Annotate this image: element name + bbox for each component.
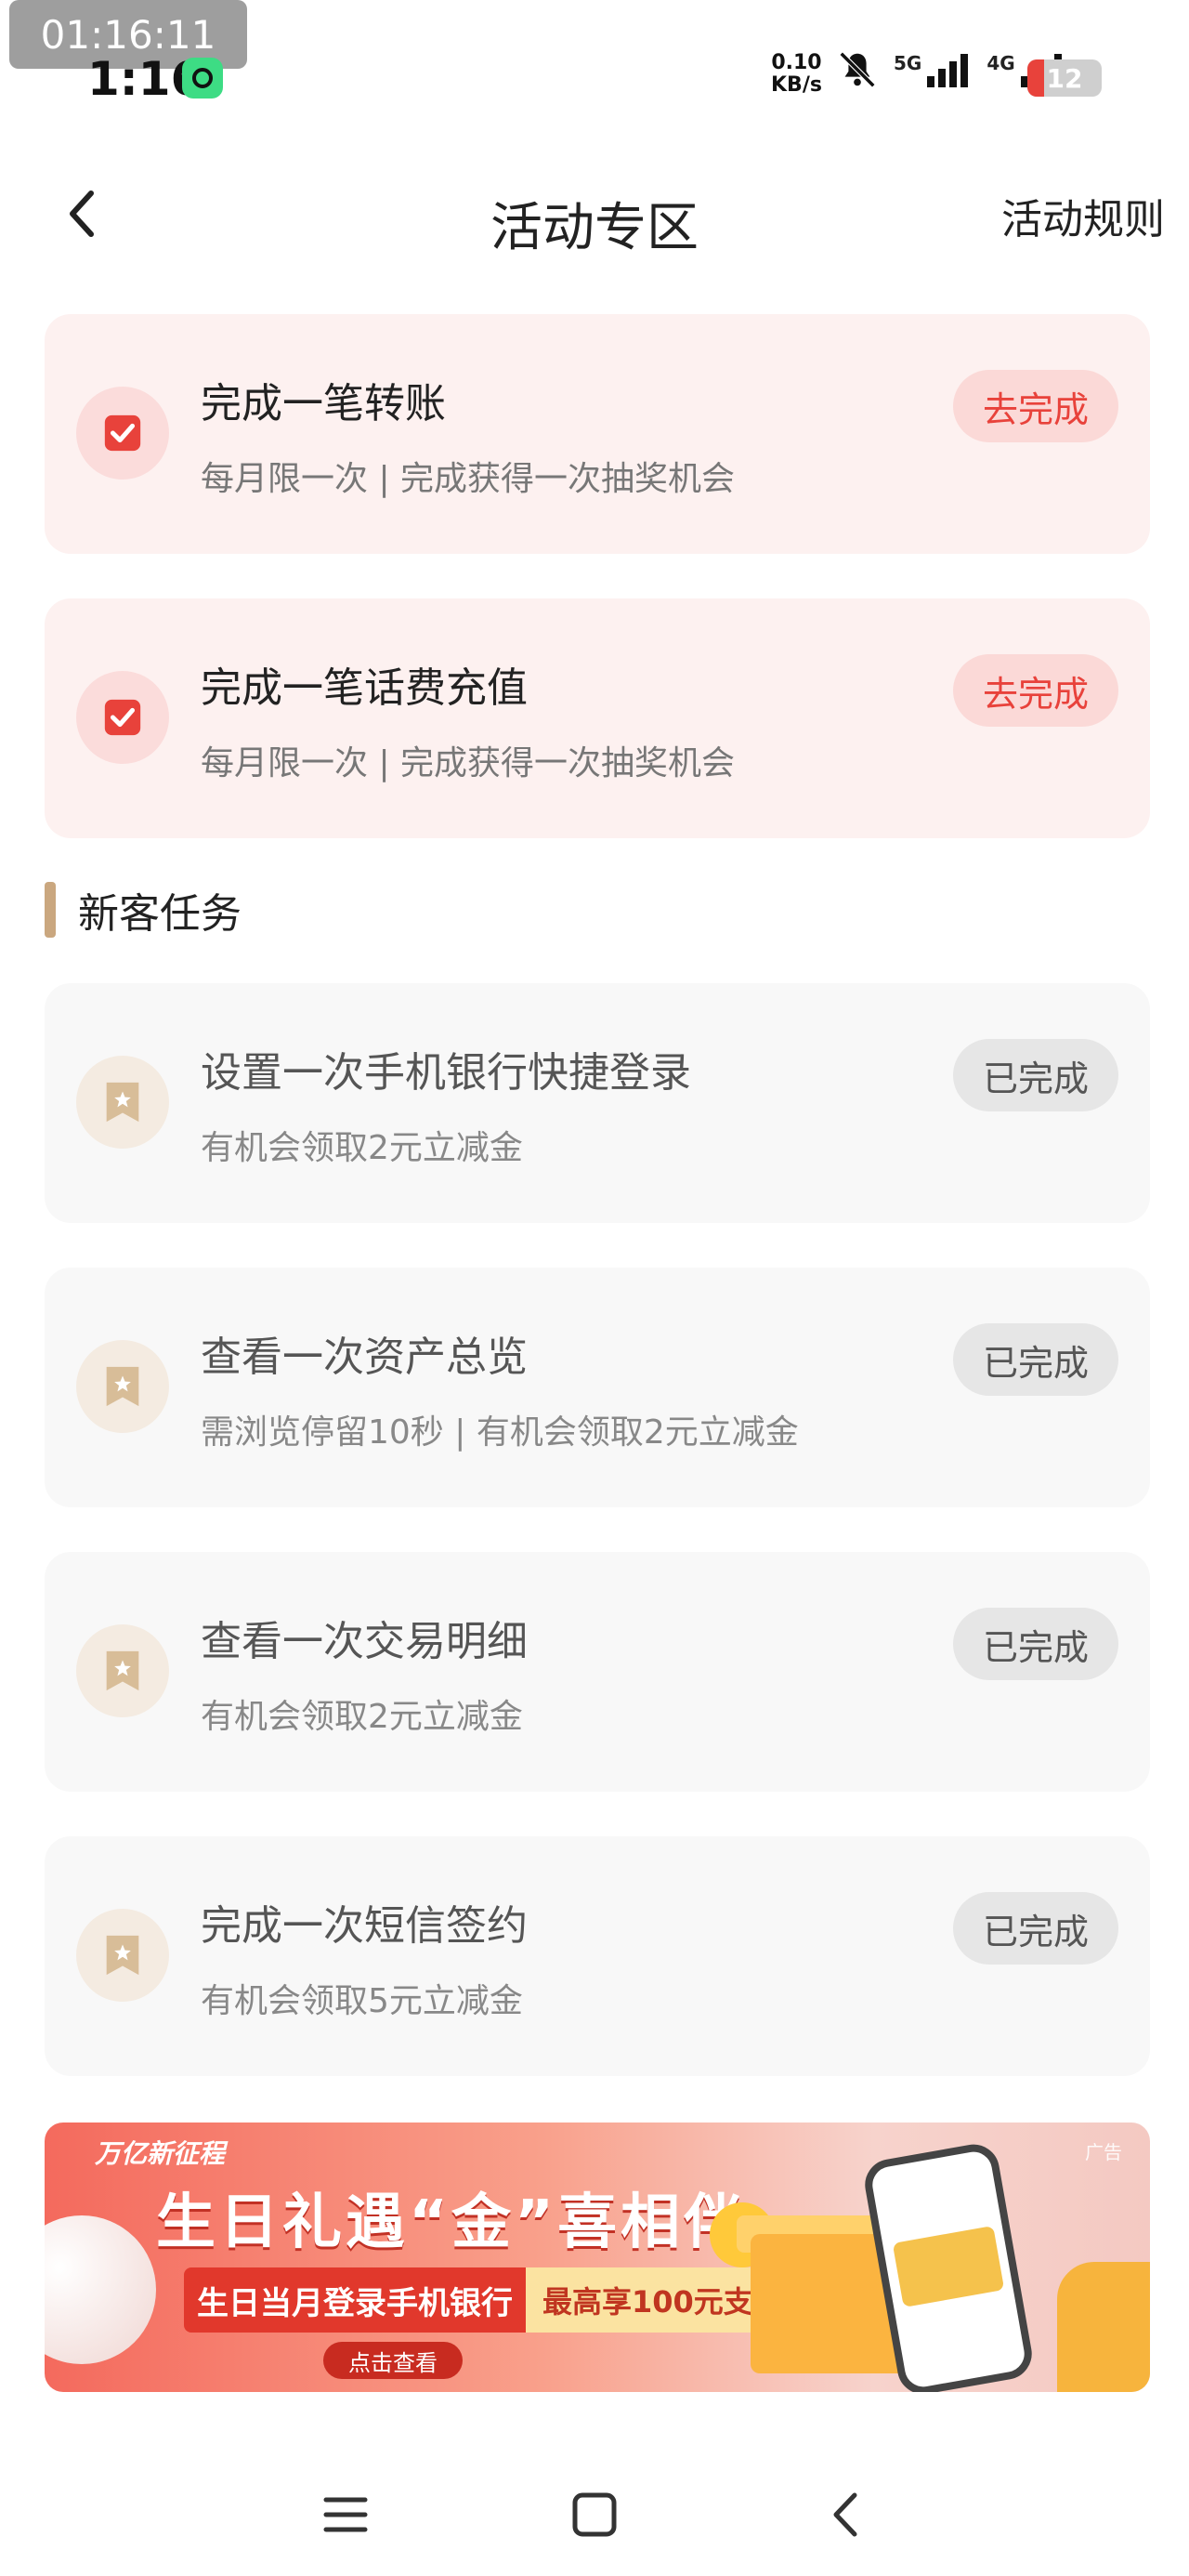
task-title: 完成一笔话费充值 <box>201 664 528 712</box>
signal-4g-label: 4G <box>986 52 1015 74</box>
signal-5g-label: 5G <box>894 52 922 74</box>
task-title: 设置一次手机银行快捷登录 <box>201 1049 691 1097</box>
mute-bell-icon <box>839 51 876 88</box>
task-card-phone-recharge: 完成一笔话费充值 每月限一次 | 完成获得一次抽奖机会 去完成 <box>45 598 1150 838</box>
top-navigation: 活动专区 活动规则 <box>0 139 1189 297</box>
task-card-sms-signup: 完成一次短信签约 有机会领取5元立减金 已完成 <box>45 1836 1150 2076</box>
hand-illustration <box>1057 2262 1150 2392</box>
go-complete-button[interactable]: 去完成 <box>953 370 1118 442</box>
task-title: 完成一次短信签约 <box>201 1902 528 1950</box>
task-description: 每月限一次 | 完成获得一次抽奖机会 <box>201 460 736 498</box>
ad-tag: 广告 <box>1085 2141 1122 2163</box>
section-accent-bar <box>45 882 56 938</box>
app-notification-icon <box>182 58 223 99</box>
system-navigation-bar <box>0 2453 1189 2576</box>
chevron-left-icon <box>833 2492 857 2537</box>
menu-icon <box>323 2497 368 2532</box>
task-description: 有机会领取2元立减金 <box>201 1129 523 1167</box>
square-home-icon <box>572 2492 617 2537</box>
checkbox-icon <box>104 699 141 736</box>
task-card-asset-overview: 查看一次资产总览 需浏览停留10秒 | 有机会领取2元立减金 已完成 <box>45 1268 1150 1507</box>
network-speed-value: 0.10 <box>771 51 822 74</box>
section-title: 新客任务 <box>78 890 242 938</box>
task-icon <box>76 1909 169 2002</box>
task-title: 查看一次交易明细 <box>201 1618 528 1665</box>
battery-level: 12 <box>1046 62 1083 94</box>
completed-button[interactable]: 已完成 <box>953 1039 1118 1111</box>
network-speed-unit: KB/s <box>771 73 822 97</box>
task-description: 每月限一次 | 完成获得一次抽奖机会 <box>201 744 736 782</box>
task-icon <box>76 1056 169 1149</box>
task-card-quick-login: 设置一次手机银行快捷登录 有机会领取2元立减金 已完成 <box>45 983 1150 1223</box>
completed-button[interactable]: 已完成 <box>953 1892 1118 1965</box>
task-card-transaction-detail: 查看一次交易明细 有机会领取2元立减金 已完成 <box>45 1552 1150 1792</box>
banner-view-button[interactable]: 点击查看 <box>323 2342 463 2379</box>
task-title: 完成一笔转账 <box>201 380 446 427</box>
bookmark-star-icon <box>106 1935 139 1976</box>
bookmark-star-icon <box>106 1366 139 1407</box>
task-title: 查看一次资产总览 <box>201 1334 528 1381</box>
birthday-promo-banner[interactable]: 万亿新征程 广告 生日礼遇“金”喜相伴 生日当月登录手机银行 最高享100元支付… <box>45 2123 1150 2392</box>
task-icon <box>76 1340 169 1433</box>
task-card-transfer: 完成一笔转账 每月限一次 | 完成获得一次抽奖机会 去完成 <box>45 314 1150 554</box>
bookmark-star-icon <box>106 1082 139 1123</box>
decorative-balloon <box>45 2215 156 2364</box>
battery-icon: 12 <box>1027 59 1102 97</box>
task-icon <box>76 1624 169 1717</box>
banner-offer-condition: 生日当月登录手机银行 <box>184 2267 526 2333</box>
activity-rules-link[interactable]: 活动规则 <box>1001 186 1165 245</box>
completed-button[interactable]: 已完成 <box>953 1608 1118 1680</box>
checkbox-icon <box>104 414 141 452</box>
section-header-new-customer: 新客任务 <box>45 881 242 939</box>
task-icon <box>76 671 169 764</box>
task-description: 有机会领取5元立减金 <box>201 1982 523 2020</box>
recent-apps-button[interactable] <box>318 2487 373 2543</box>
home-button[interactable] <box>567 2487 622 2543</box>
task-icon <box>76 387 169 480</box>
go-complete-button[interactable]: 去完成 <box>953 654 1118 727</box>
system-back-button[interactable] <box>817 2487 873 2543</box>
status-bar: 01:16:11 1:16 0.10 KB/s 5G 4G 12 <box>0 0 1189 139</box>
banner-logo: 万亿新征程 <box>95 2138 226 2169</box>
task-description: 有机会领取2元立减金 <box>201 1698 523 1736</box>
network-speed: 0.10 KB/s <box>771 52 822 97</box>
completed-button[interactable]: 已完成 <box>953 1323 1118 1396</box>
battery-fill <box>1027 59 1044 97</box>
banner-headline: 生日礼遇“金”喜相伴 <box>156 2188 748 2257</box>
signal-5g-icon: 5G <box>894 52 972 87</box>
bookmark-star-icon <box>106 1650 139 1691</box>
task-description: 需浏览停留10秒 | 有机会领取2元立减金 <box>201 1413 799 1452</box>
